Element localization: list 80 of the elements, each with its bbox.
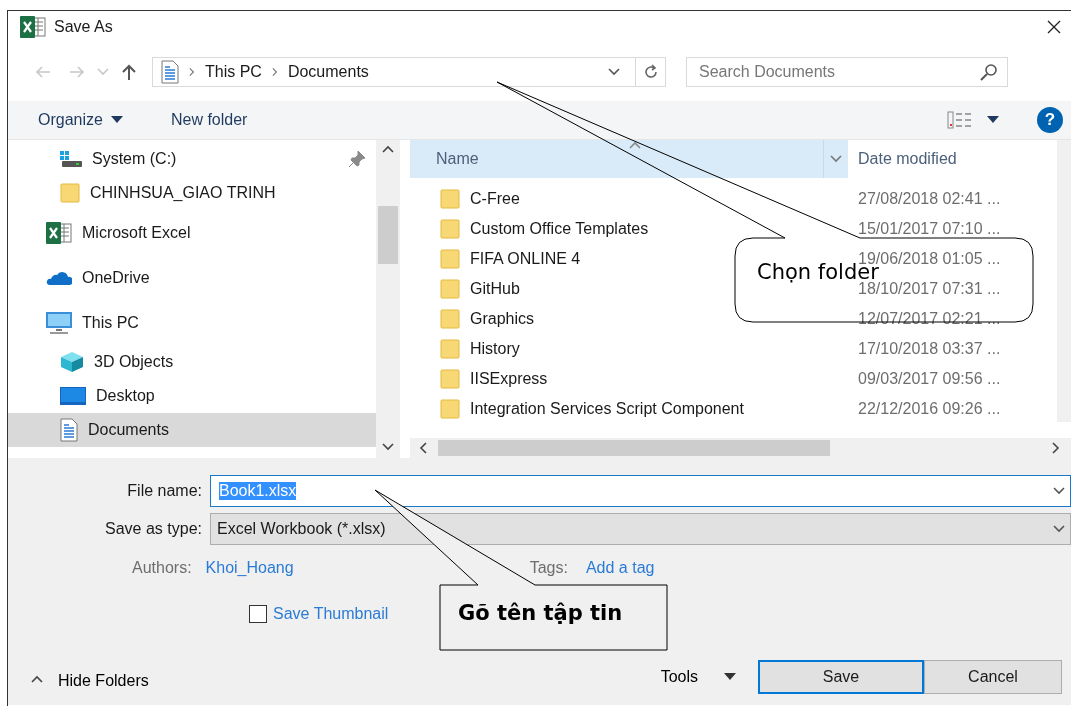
- checkbox[interactable]: [249, 605, 267, 623]
- add-tag-link[interactable]: Add a tag: [585, 559, 655, 577]
- refresh-button[interactable]: [636, 57, 666, 87]
- list-view-icon: [947, 111, 973, 129]
- window-title: Save As: [54, 18, 113, 36]
- search-field[interactable]: Search Documents: [686, 57, 1008, 87]
- document-icon: [161, 60, 179, 84]
- refresh-icon: [642, 64, 659, 80]
- pin-icon: [348, 150, 366, 168]
- help-button[interactable]: ?: [1037, 107, 1063, 133]
- close-icon[interactable]: [1047, 20, 1061, 34]
- desktop-icon: [60, 387, 86, 405]
- excel-icon: [20, 16, 46, 38]
- horizontal-scrollbar[interactable]: [410, 438, 1071, 458]
- document-icon: [60, 418, 78, 442]
- callout-text: Gõ tên tập tin: [458, 601, 623, 625]
- monitor-icon: [46, 311, 72, 334]
- dialog-button[interactable]: Cancel: [924, 660, 1062, 694]
- hide-folders-button[interactable]: Hide Folders: [26, 670, 153, 692]
- folder-icon: [440, 399, 460, 419]
- folder-icon: [440, 309, 460, 329]
- file-name[interactable]: FIFA ONLINE 4: [470, 250, 581, 268]
- sidebar-item[interactable]: Documents: [8, 413, 376, 447]
- date-modified: 27/08/2018 02:41 ...: [857, 190, 1001, 208]
- up-icon: [120, 63, 138, 81]
- cube-icon: [60, 351, 84, 373]
- caret-down-icon: [724, 673, 736, 681]
- sidebar-item[interactable]: CHINHSUA_GIAO TRINH: [8, 176, 376, 210]
- date-modified: 09/03/2017 09:56 ...: [857, 370, 1001, 388]
- folder-icon: [60, 183, 80, 203]
- file-name[interactable]: Integration Services Script Component: [470, 400, 744, 418]
- folder-icon: [440, 339, 460, 359]
- sidebar-item[interactable]: Desktop: [8, 379, 376, 413]
- excel-icon: [46, 221, 72, 244]
- cloud-icon: [46, 269, 72, 286]
- file-name[interactable]: IISExpress: [470, 370, 548, 388]
- file-name[interactable]: Custom Office Templates: [470, 220, 649, 238]
- breadcrumb[interactable]: This PC: [205, 63, 262, 81]
- sidebar-item[interactable]: OneDrive: [8, 255, 376, 300]
- new-folder-button[interactable]: New folder: [168, 107, 250, 133]
- file-name[interactable]: Graphics: [470, 310, 535, 328]
- field-label: Save as type:: [104, 520, 202, 538]
- sidebar-item[interactable]: This PC: [8, 300, 376, 345]
- sidebar-item[interactable]: Microsoft Excel: [8, 210, 376, 255]
- date-modified: 15/01/2017 07:10 ...: [857, 220, 1001, 238]
- search-icon: [980, 63, 998, 81]
- authors-link[interactable]: Khoi_Hoang: [205, 559, 294, 577]
- folder-icon: [440, 219, 460, 239]
- chevron-right-icon: [187, 65, 197, 79]
- column-header[interactable]: Date modified: [848, 140, 1048, 178]
- sidebar-item[interactable]: 3D Objects: [8, 345, 376, 379]
- caret-down-icon: [987, 116, 999, 124]
- scrollbar-thumb[interactable]: [378, 206, 398, 264]
- sidebar-item[interactable]: System (C:): [8, 142, 376, 176]
- folder-icon: [440, 249, 460, 269]
- field-label: File name:: [126, 482, 202, 500]
- folder-icon: [440, 369, 460, 389]
- folder-icon: [440, 189, 460, 209]
- field-label: Authors:: [132, 559, 192, 577]
- breadcrumb[interactable]: Documents: [287, 63, 369, 81]
- address-bar[interactable]: This PC Documents: [152, 57, 636, 87]
- vertical-scrollbar[interactable]: [1057, 140, 1071, 422]
- vertical-scrollbar[interactable]: [376, 140, 400, 458]
- file-type-dropdown[interactable]: Excel Workbook (*.xlsx): [210, 513, 1071, 545]
- caret-down-icon: [110, 116, 123, 124]
- date-modified: 17/10/2018 03:37 ...: [857, 340, 1001, 358]
- file-name[interactable]: History: [470, 340, 520, 358]
- file-name[interactable]: GitHub: [470, 280, 520, 298]
- scrollbar-thumb[interactable]: [438, 440, 830, 456]
- organize-button[interactable]: Organize: [36, 107, 125, 133]
- folder-icon: [440, 279, 460, 299]
- date-modified: 22/12/2016 09:26 ...: [857, 400, 1001, 418]
- tools-button[interactable]: Tools: [656, 666, 740, 688]
- column-header[interactable]: Name: [410, 140, 848, 178]
- file-name[interactable]: C-Free: [470, 190, 520, 208]
- date-modified: 18/10/2017 07:31 ...: [857, 280, 1001, 298]
- drive-icon: [60, 151, 82, 167]
- checkbox-label[interactable]: Save Thumbnail: [273, 605, 389, 623]
- field-label: Tags:: [529, 559, 568, 577]
- dialog-button[interactable]: Save: [758, 660, 924, 694]
